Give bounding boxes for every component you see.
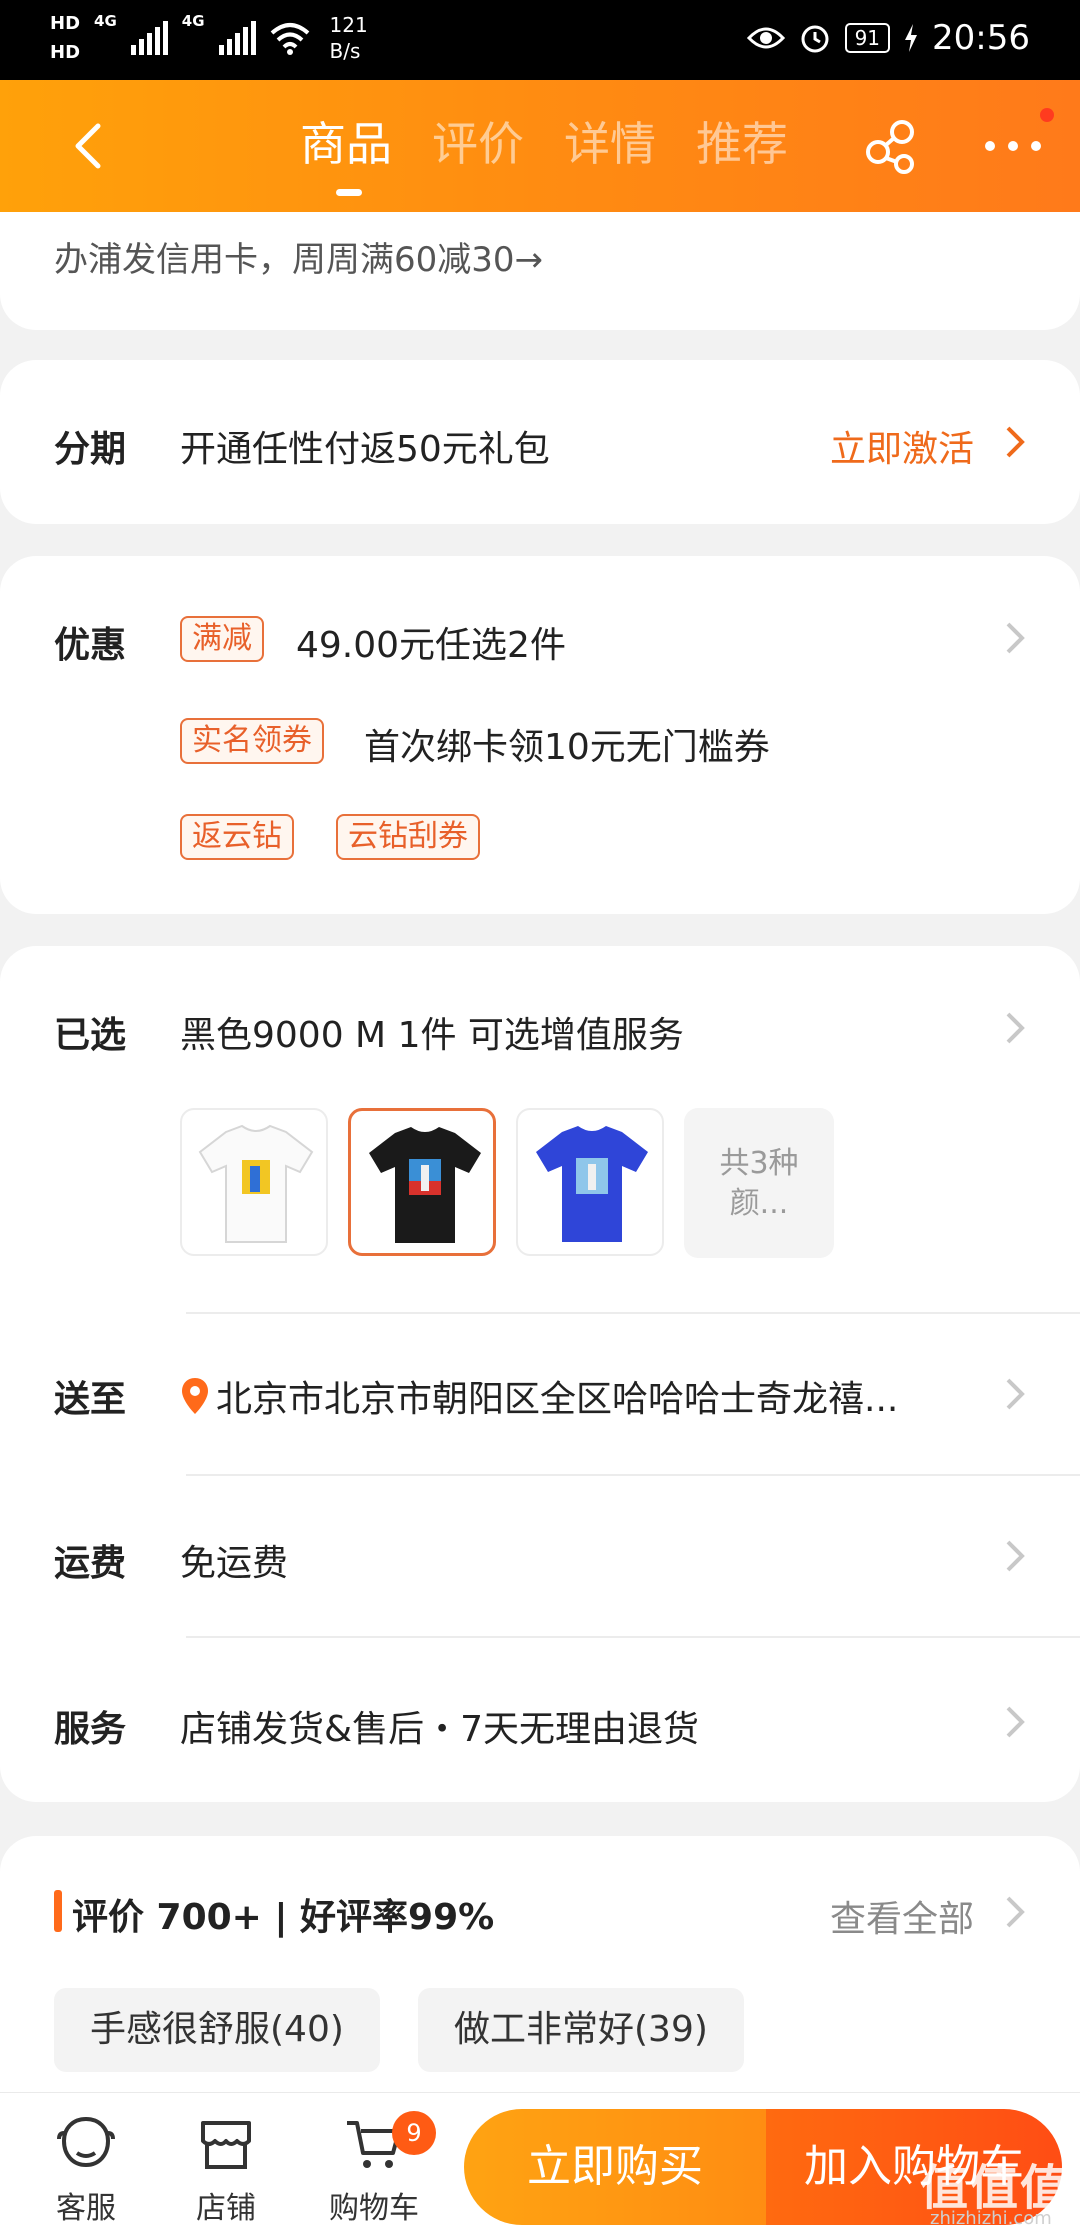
activate-button[interactable]: 立即激活 [830,420,974,472]
shipping-fee-text: 免运费 [180,1543,289,1584]
network-speed-unit: B/s [329,39,361,63]
share-icon[interactable] [862,118,920,176]
eye-icon [746,27,785,49]
status-left: HD HD 4G 4G 121 B/s [50,12,368,64]
tab-recommend[interactable]: 推荐 [696,108,788,174]
see-all-reviews-link[interactable]: 查看全部 [830,1890,974,1942]
cart-button[interactable]: 9 购物车 [314,2111,436,2227]
credit-card-promo-link[interactable]: 办浦发信用卡，周周满60减30→ [54,232,543,281]
signal-icon-2 [218,21,256,55]
chevron-right-icon[interactable] [1004,1376,1026,1412]
hd-indicators: HD HD [50,13,80,63]
network-speed: 121 B/s [330,12,368,64]
cart-count-badge: 9 [392,2111,436,2155]
review-tag-chip[interactable]: 做工非常好(39) [418,1988,744,2072]
tab-details[interactable]: 详情 [564,108,656,174]
store-icon [201,2121,251,2169]
cloud-diamond-return-tag: 返云钻 [180,814,294,860]
network-type-2: 4G [181,12,205,30]
reviews-accent-bar [54,1890,62,1932]
status-bar: HD HD 4G 4G 121 B/s 91 20:56 [0,0,1080,80]
customer-service-icon [57,2116,115,2168]
hd-indicator-2: HD [50,42,81,63]
full-reduction-text: 49.00元任选2件 [296,625,566,666]
status-right: 91 20:56 [746,18,1030,58]
back-icon[interactable] [64,118,120,174]
product-nav-bar: 商品 评价 详情 推荐 [0,80,1080,212]
service-text[interactable]: 店铺发货&售后・7天无理由退货 [180,1700,699,1752]
customer-service-button[interactable]: 客服 [26,2115,146,2227]
charging-icon [905,24,918,52]
more-icon[interactable] [982,136,1044,156]
divider [186,1312,1080,1314]
nav-tabs: 商品 评价 详情 推荐 [300,108,788,196]
service-title: 服务 [54,1709,127,1750]
discount-card[interactable]: 优惠 满减 49.00元任选2件 实名领券 首次绑卡领10元无门槛券 返云钻 云… [0,556,1080,914]
tab-reviews[interactable]: 评价 [432,108,524,174]
discount-title: 优惠 [54,625,127,666]
chevron-right-icon[interactable] [1004,1894,1026,1930]
network-speed-value: 121 [329,13,368,37]
notification-dot [1040,108,1054,122]
delivery-address[interactable]: 北京市北京市朝阳区全区哈哈哈士奇龙禧... [216,1370,898,1422]
hd-indicator-1: HD [50,13,81,34]
store-label: 店铺 [196,2191,256,2226]
color-swatch-black[interactable] [348,1108,496,1256]
tshirt-white-image [198,1124,314,1243]
more-colors-ellipsis: 颜... [729,1186,789,1221]
tab-product[interactable]: 商品 [300,108,392,196]
buy-now-button[interactable]: 立即购买 [464,2109,766,2225]
more-colors-button[interactable]: 共3种 颜... [684,1108,834,1258]
installment-text: 开通任性付返50元礼包 [180,429,550,470]
full-reduction-tag: 满减 [180,616,264,662]
chevron-right-icon[interactable] [1004,1010,1026,1046]
chevron-right-icon[interactable] [1004,1704,1026,1740]
real-name-coupon-tag: 实名领券 [180,718,324,764]
selected-title: 已选 [54,1015,127,1056]
installment-card[interactable]: 分期 开通任性付返50元礼包 立即激活 [0,360,1080,524]
battery-level: 91 [844,23,891,53]
alarm-icon [801,25,829,53]
color-swatch-blue[interactable] [516,1108,664,1256]
reviews-summary: 评价 700+ | 好评率99% [72,1897,495,1938]
real-name-coupon-text: 首次绑卡领10元无门槛券 [364,727,770,768]
chevron-right-icon[interactable] [1004,1538,1026,1574]
cart-label: 购物车 [329,2191,419,2226]
tshirt-blue-image [536,1126,648,1242]
wifi-icon [270,23,309,55]
store-button[interactable]: 店铺 [166,2115,286,2227]
reviews-card [0,1836,1080,2136]
deliver-to-title: 送至 [54,1379,127,1420]
shipping-title: 运费 [54,1543,127,1584]
chevron-right-icon [1004,620,1026,656]
promo-card: 办浦发信用卡，周周满60减30→ [0,212,1080,330]
installment-title: 分期 [54,429,127,470]
color-swatch-white[interactable] [180,1108,328,1256]
divider [186,1636,1080,1638]
selected-sku-text[interactable]: 黑色9000 M 1件 可选增值服务 [180,1006,684,1058]
divider [186,1474,1080,1476]
clock: 20:56 [932,18,1030,58]
tshirt-black-image [369,1127,481,1243]
network-type-1: 4G [94,12,117,30]
cloud-diamond-scratch-tag: 云钻刮券 [336,814,480,860]
customer-service-label: 客服 [56,2191,116,2226]
watermark-url: zhizhizhi.com [930,2208,1052,2229]
signal-icon-1 [130,21,168,55]
location-pin-icon [182,1378,208,1414]
review-tag-chip[interactable]: 手感很舒服(40) [54,1988,380,2072]
bottom-action-bar: 客服 店铺 9 购物车 立即购买 加入购物车 [0,2092,1080,2240]
chevron-right-icon [1004,424,1026,460]
more-colors-count: 共3种 [719,1146,799,1181]
